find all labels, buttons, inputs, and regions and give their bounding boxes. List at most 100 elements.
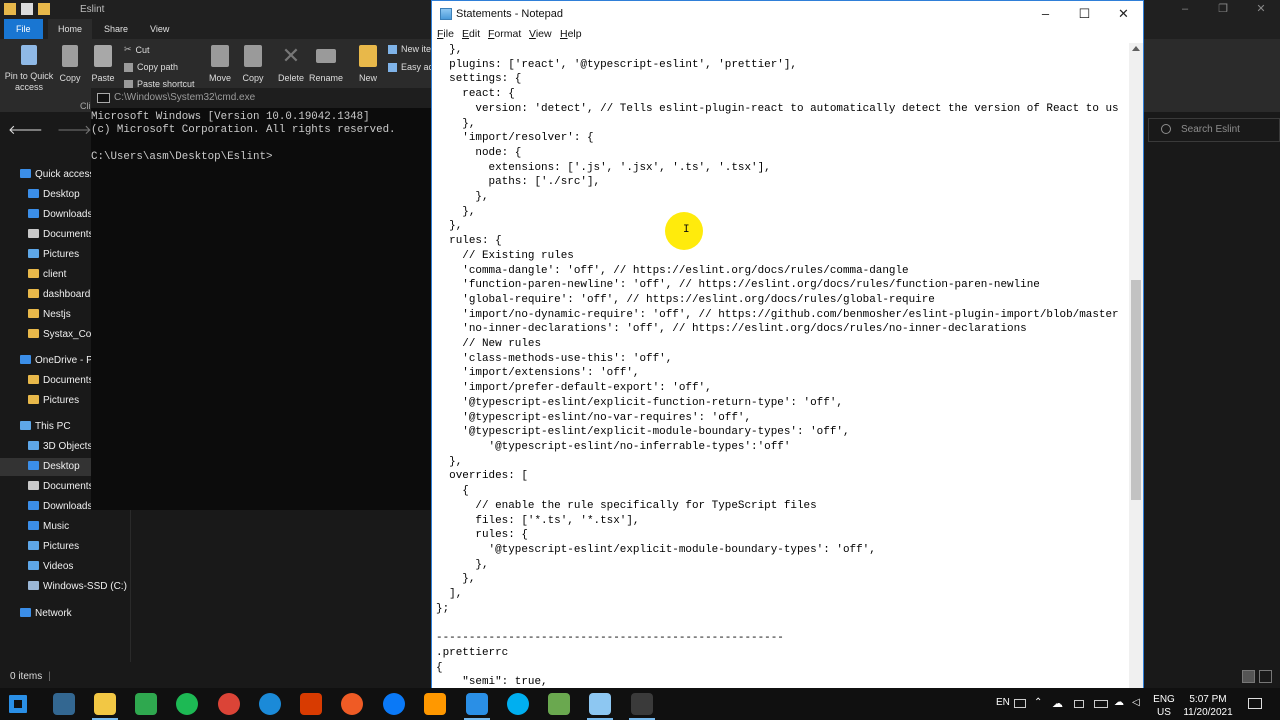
- sidebar-item[interactable]: Network: [0, 605, 131, 623]
- tab-file[interactable]: File: [4, 19, 43, 39]
- network-icon[interactable]: [1074, 700, 1084, 708]
- sidebar-item-label: Downloads: [43, 501, 93, 512]
- code-line: '@typescript-eslint/explicit-function-re…: [436, 396, 843, 409]
- large-icons-view-icon[interactable]: [1259, 670, 1272, 683]
- cmd-line: [91, 138, 433, 151]
- chrome-icon[interactable]: [218, 693, 240, 715]
- keyboard-icon[interactable]: [1014, 699, 1026, 708]
- notification-center-icon[interactable]: [1248, 698, 1262, 709]
- delete-button[interactable]: ✕ Delete: [276, 45, 306, 84]
- move-to-button[interactable]: Move: [206, 45, 234, 83]
- menu-view[interactable]: View: [529, 28, 552, 40]
- new-folder-button[interactable]: New: [356, 45, 380, 83]
- cmd-line: C:\Users\asm\Desktop\Eslint>: [91, 151, 273, 164]
- postgres-icon[interactable]: [53, 693, 75, 715]
- maximize-button[interactable]: ❐: [1204, 0, 1242, 19]
- editor-content: }, plugins: ['react', '@typescript-eslin…: [436, 43, 1119, 688]
- notepad-icon[interactable]: [587, 693, 613, 720]
- zalo-icon[interactable]: [383, 693, 405, 715]
- paste-button[interactable]: Paste: [90, 45, 116, 83]
- sublime-icon[interactable]: [424, 693, 446, 715]
- copy-path-button[interactable]: Copy path: [124, 62, 178, 72]
- sidebar-item[interactable]: Windows-SSD (C:): [0, 578, 131, 596]
- folder-icon[interactable]: [4, 3, 16, 15]
- copy-button[interactable]: Copy: [58, 45, 82, 83]
- speaker-icon[interactable]: ◁: [1132, 697, 1140, 708]
- windows-start-icon[interactable]: [9, 695, 27, 713]
- sidebar-item[interactable]: Pictures: [0, 538, 131, 556]
- menu-file[interactable]: File: [437, 28, 454, 40]
- code-line: 'import/no-dynamic-require': 'off', // h…: [436, 308, 1119, 321]
- pin-to-quick-access-button[interactable]: Pin to Quick access: [4, 45, 54, 93]
- cmd-line: (c) Microsoft Corporation. All rights re…: [91, 124, 396, 137]
- close-button[interactable]: ✕: [1242, 0, 1280, 19]
- file-explorer-icon[interactable]: [92, 693, 118, 720]
- new-item-button[interactable]: New ite: [388, 44, 431, 54]
- battery-icon[interactable]: [1094, 700, 1108, 708]
- text-editor-area[interactable]: }, plugins: ['react', '@typescript-eslin…: [432, 43, 1129, 688]
- vertical-scrollbar[interactable]: [1129, 43, 1143, 688]
- tab-share[interactable]: Share: [94, 19, 138, 39]
- sidebar-item[interactable]: Music: [0, 518, 131, 536]
- minimize-button[interactable]: –: [1026, 1, 1065, 27]
- desktop-icon: [28, 461, 39, 470]
- search-icon: [1161, 124, 1171, 134]
- code-line: },: [436, 205, 476, 218]
- input-language-short[interactable]: EN: [996, 697, 1010, 708]
- app-green-icon[interactable]: [135, 693, 157, 715]
- easy-access-button[interactable]: Easy ac: [388, 62, 433, 72]
- sidebar-item-label: Videos: [43, 561, 74, 572]
- sidebar-item-label: OneDrive - P: [35, 355, 93, 366]
- forward-arrow-icon[interactable]: 🡒: [57, 122, 92, 144]
- paste-shortcut-button[interactable]: Paste shortcut: [124, 80, 195, 88]
- office-icon[interactable]: [300, 693, 322, 715]
- vscode-icon[interactable]: [464, 693, 490, 720]
- star-icon: [20, 169, 31, 178]
- cut-button[interactable]: ✂ Cut: [124, 44, 150, 55]
- cmd-icon[interactable]: [629, 693, 655, 720]
- clock[interactable]: 5:07 PM 11/20/2021: [1180, 691, 1236, 719]
- code-line: overrides: [: [436, 470, 528, 483]
- sidebar-item-label: Pictures: [43, 249, 80, 260]
- sidebar-item[interactable]: Videos: [0, 558, 131, 576]
- skype-icon[interactable]: [507, 693, 529, 715]
- cmd-output[interactable]: Microsoft Windows [Version 10.0.19042.13…: [91, 111, 433, 165]
- rename-button[interactable]: Rename: [308, 45, 344, 83]
- close-button[interactable]: ✕: [1104, 1, 1143, 27]
- minimize-button[interactable]: –: [1166, 0, 1204, 19]
- code-line: react: {: [436, 88, 515, 101]
- scrollbar-thumb[interactable]: [1131, 279, 1141, 500]
- edge-icon[interactable]: [259, 693, 281, 715]
- code-line: },: [436, 558, 489, 571]
- menu-help[interactable]: Help: [560, 28, 582, 40]
- search-input[interactable]: Search Eslint: [1148, 118, 1280, 142]
- tab-home[interactable]: Home: [48, 19, 93, 39]
- paint-icon[interactable]: [548, 693, 570, 715]
- scroll-up-arrow-icon[interactable]: [1132, 46, 1140, 51]
- code-line: // enable the rule specifically for Type…: [436, 499, 817, 512]
- chevron-up-icon[interactable]: ⌃: [1034, 697, 1042, 708]
- terminal-icon: [97, 93, 110, 103]
- copy-to-button[interactable]: Copy: [240, 45, 266, 83]
- menu-edit[interactable]: Edit: [462, 28, 480, 40]
- details-view-icon[interactable]: [1242, 670, 1255, 683]
- desktop-icon: [28, 189, 39, 198]
- new-folder-icon[interactable]: [38, 3, 50, 15]
- sidebar-item-label: Documents: [43, 375, 94, 386]
- cloud-sync-icon[interactable]: ☁: [1114, 697, 1124, 708]
- properties-icon[interactable]: [21, 3, 33, 15]
- language-indicator[interactable]: ENG US: [1150, 691, 1178, 719]
- code-line: plugins: ['react', '@typescript-eslint',…: [436, 58, 797, 71]
- onedrive-cloud-icon[interactable]: ☁: [1052, 697, 1063, 710]
- sidebar-item-label: Desktop: [43, 189, 80, 200]
- back-arrow-icon[interactable]: 🡐: [8, 122, 43, 144]
- code-line: version: 'detect', // Tells eslint-plugi…: [436, 102, 1119, 115]
- menu-format[interactable]: Format: [488, 28, 521, 40]
- cmd-line: Microsoft Windows [Version 10.0.19042.13…: [91, 111, 370, 123]
- tab-view[interactable]: View: [140, 19, 179, 39]
- sidebar-item-label: Nestjs: [43, 309, 71, 320]
- postman-icon[interactable]: [341, 693, 363, 715]
- spotify-icon[interactable]: [176, 693, 198, 715]
- code-line: };: [436, 602, 450, 615]
- maximize-button[interactable]: ☐: [1065, 1, 1104, 27]
